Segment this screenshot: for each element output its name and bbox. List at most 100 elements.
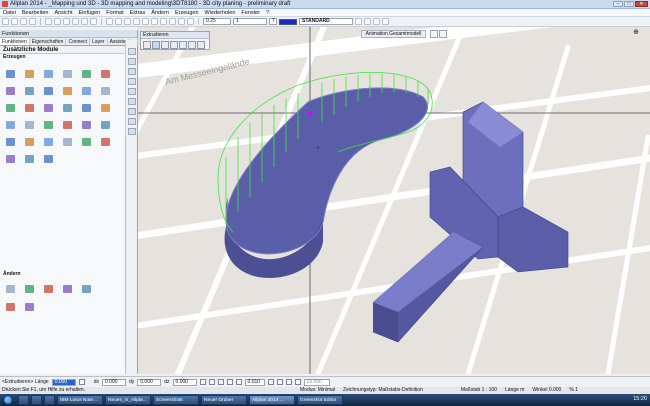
palette-tool-icon[interactable] bbox=[81, 86, 92, 96]
length-input[interactable]: 0.000 bbox=[51, 378, 76, 386]
palette-tool-icon[interactable] bbox=[100, 103, 111, 113]
quicklaunch-explorer-icon[interactable] bbox=[31, 395, 42, 405]
menu-einfuegen[interactable]: Einfügen bbox=[79, 10, 101, 16]
attributes-icon[interactable] bbox=[373, 18, 380, 25]
animation-window-label[interactable]: Animation Gesamtmodell bbox=[361, 30, 426, 38]
palette-tool-icon[interactable] bbox=[81, 103, 92, 113]
new-file-icon[interactable] bbox=[2, 18, 9, 25]
color-swatch[interactable] bbox=[279, 18, 297, 25]
palette-tool-icon[interactable] bbox=[5, 302, 16, 312]
extrude-solid-icon[interactable] bbox=[170, 41, 178, 49]
polar-icon[interactable] bbox=[294, 379, 301, 385]
tab-eigenschaften[interactable]: Eigenschaften bbox=[30, 38, 67, 45]
palette-tool-icon[interactable] bbox=[43, 103, 54, 113]
redo-icon[interactable] bbox=[54, 18, 61, 25]
extrude-rotate-icon[interactable] bbox=[161, 41, 169, 49]
menu-erzeugen[interactable]: Erzeugen bbox=[175, 10, 199, 16]
palette-tool-icon[interactable] bbox=[43, 69, 54, 79]
palette-tool-icon[interactable] bbox=[5, 120, 16, 130]
animation-camera-icon[interactable] bbox=[430, 30, 438, 38]
intersection-icon[interactable] bbox=[208, 379, 215, 385]
copy-icon[interactable] bbox=[72, 18, 79, 25]
quicklaunch-ie-icon[interactable] bbox=[18, 395, 29, 405]
module-selector[interactable]: Zusätzliche Module bbox=[0, 46, 137, 54]
side-tool-icon[interactable] bbox=[128, 68, 136, 75]
properties-icon[interactable] bbox=[142, 18, 149, 25]
pin-icon[interactable]: ⊕ bbox=[632, 29, 640, 37]
extrude-help-icon[interactable] bbox=[197, 41, 205, 49]
palette-tool-icon[interactable] bbox=[81, 284, 92, 294]
view-icon[interactable] bbox=[178, 18, 185, 25]
extrude-mode-icon[interactable] bbox=[143, 41, 151, 49]
palette-tool-icon[interactable] bbox=[43, 154, 54, 164]
taskbar-item-word-doc[interactable]: Neues_in_Allpla... bbox=[105, 395, 151, 405]
tab-layer[interactable]: Layer bbox=[90, 38, 108, 45]
3d-viewport[interactable]: Am Messeeingelände + bbox=[138, 27, 650, 374]
tab-funktionen[interactable]: Funktionen bbox=[0, 38, 30, 45]
midpoint-icon[interactable] bbox=[217, 379, 224, 385]
color-index[interactable]: 7 bbox=[269, 18, 277, 25]
point-snap-icon[interactable] bbox=[199, 379, 206, 385]
minimize-button[interactable]: – bbox=[613, 1, 623, 7]
menu-wiederholen[interactable]: Wiederholen bbox=[205, 10, 236, 16]
palette-tool-icon[interactable] bbox=[62, 69, 73, 79]
close-button[interactable]: ✕ bbox=[635, 1, 648, 7]
angle-icon[interactable] bbox=[235, 379, 242, 385]
maximize-button[interactable]: □ bbox=[624, 1, 634, 7]
palette-tool-icon[interactable] bbox=[62, 137, 73, 147]
palette-tool-icon[interactable] bbox=[43, 120, 54, 130]
layer-settings-icon[interactable] bbox=[355, 18, 362, 25]
side-tool-icon[interactable] bbox=[128, 78, 136, 85]
palette-tool-icon[interactable] bbox=[100, 137, 111, 147]
palette-tool-icon[interactable] bbox=[43, 137, 54, 147]
pen-select[interactable]: 0.25 bbox=[203, 18, 231, 25]
undo-icon[interactable] bbox=[45, 18, 52, 25]
animation-eye-icon[interactable] bbox=[439, 30, 447, 38]
side-tool-icon[interactable] bbox=[128, 98, 136, 105]
dz-input[interactable]: 0.000 bbox=[172, 378, 197, 386]
paste-icon[interactable] bbox=[81, 18, 88, 25]
palette-tool-icon[interactable] bbox=[100, 69, 111, 79]
render-icon[interactable] bbox=[187, 18, 194, 25]
palette-tool-icon[interactable] bbox=[5, 103, 16, 113]
palette-tool-icon[interactable] bbox=[81, 120, 92, 130]
palette-tool-icon[interactable] bbox=[24, 284, 35, 294]
grid-input[interactable]: 15.000 bbox=[303, 378, 330, 386]
palette-tool-icon[interactable] bbox=[43, 284, 54, 294]
palette-tool-icon[interactable] bbox=[5, 69, 16, 79]
extrude-surface-icon[interactable] bbox=[179, 41, 187, 49]
snap-icon[interactable] bbox=[160, 18, 167, 25]
extrude-options-icon[interactable] bbox=[188, 41, 196, 49]
print-icon[interactable] bbox=[29, 18, 36, 25]
taskbar-item-allplan[interactable]: Allplan 2014 ... bbox=[249, 395, 295, 405]
pan-icon[interactable] bbox=[115, 18, 122, 25]
side-tool-icon[interactable] bbox=[128, 128, 136, 135]
palette-tool-icon[interactable] bbox=[81, 69, 92, 79]
palette-tool-icon[interactable] bbox=[24, 120, 35, 130]
palette-tool-icon[interactable] bbox=[100, 86, 111, 96]
menu-help[interactable]: ? bbox=[266, 10, 269, 16]
taskbar-item-lotus-notes[interactable]: IBM Lotus Note... bbox=[57, 395, 103, 405]
menu-aendern[interactable]: Ändern bbox=[151, 10, 169, 16]
line-select[interactable]: 1 bbox=[233, 18, 267, 25]
palette-tool-icon[interactable] bbox=[24, 86, 35, 96]
side-tool-icon[interactable] bbox=[128, 58, 136, 65]
menu-extras[interactable]: Extras bbox=[130, 10, 146, 16]
palette-tool-icon[interactable] bbox=[24, 103, 35, 113]
tab-connect[interactable]: Connect bbox=[66, 38, 91, 45]
start-button[interactable] bbox=[3, 395, 13, 405]
taskbar-item-greenshot[interactable]: Greenshot Editor bbox=[297, 395, 343, 405]
delete-icon[interactable] bbox=[90, 18, 97, 25]
palette-tool-icon[interactable] bbox=[62, 120, 73, 130]
layer-icon[interactable] bbox=[133, 18, 140, 25]
open-icon[interactable] bbox=[11, 18, 18, 25]
palette-tool-icon[interactable] bbox=[24, 69, 35, 79]
palette-tool-icon[interactable] bbox=[5, 154, 16, 164]
perpendicular-icon[interactable] bbox=[226, 379, 233, 385]
palette-tool-icon[interactable] bbox=[62, 103, 73, 113]
dx-input[interactable]: 0.000 bbox=[101, 378, 126, 386]
palette-tool-icon[interactable] bbox=[5, 86, 16, 96]
zoom-icon[interactable] bbox=[106, 18, 113, 25]
angle-input[interactable]: 0.010 bbox=[244, 378, 265, 386]
palette-tool-icon[interactable] bbox=[24, 154, 35, 164]
